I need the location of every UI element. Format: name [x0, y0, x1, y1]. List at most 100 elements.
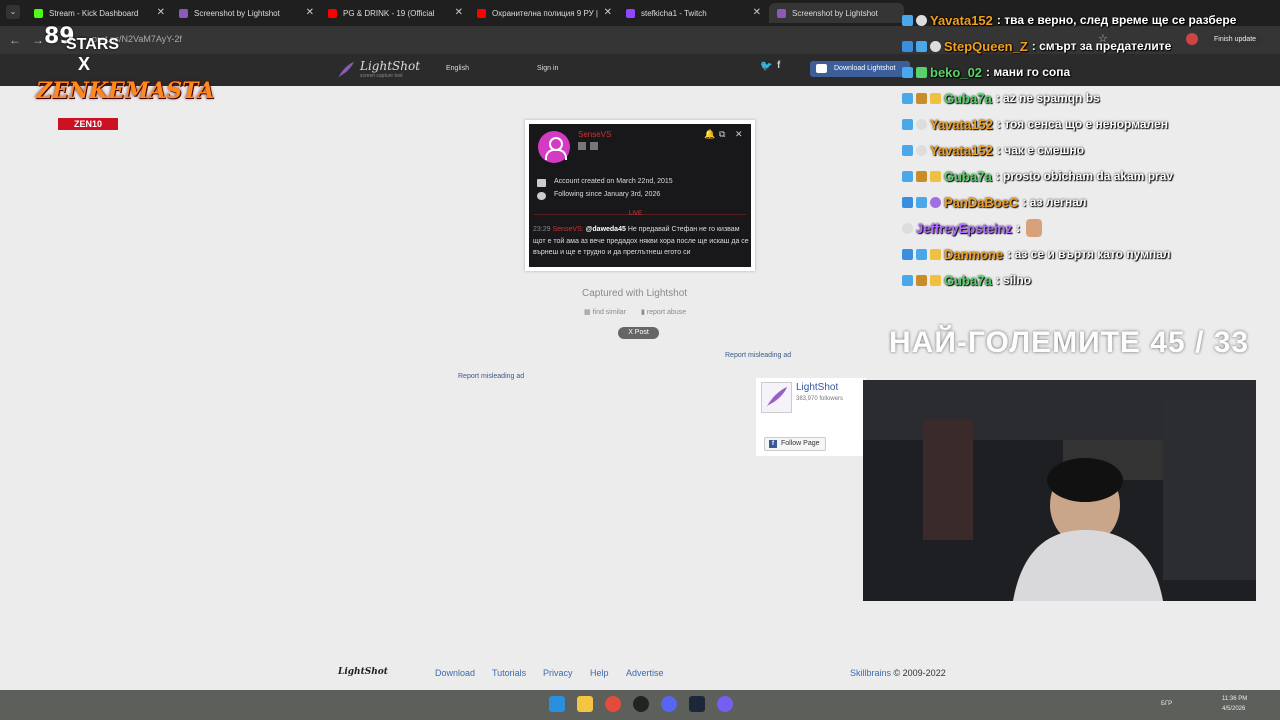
badge-icon [916, 144, 927, 156]
close-tab-icon[interactable]: ✕ [306, 7, 314, 18]
tab-search-button[interactable]: ⌄ [6, 5, 20, 19]
badge-icon [902, 274, 913, 286]
badge-icon [902, 144, 913, 156]
feather-icon [765, 386, 788, 409]
footer-link-download[interactable]: Download [435, 668, 475, 678]
tab-youtube-pg-drink[interactable]: PG & DRINK - 19 (Official 4K Vi✕ [320, 3, 469, 23]
footer-link-tutorials[interactable]: Tutorials [492, 668, 526, 678]
badge-icon [902, 248, 913, 260]
facebook-page-title[interactable]: LightShot [796, 382, 838, 393]
badge-icon [916, 66, 927, 78]
footer-link-advertise[interactable]: Advertise [626, 668, 664, 678]
sign-in-link[interactable]: Sign in [537, 65, 558, 72]
footer-link-help[interactable]: Help [590, 668, 609, 678]
badge-icon [916, 14, 927, 26]
badge-icon [916, 118, 927, 130]
facebook-page-widget: LightShot 383,970 followers f Follow Page [756, 378, 866, 456]
tab-kick-dashboard[interactable]: Stream - Kick Dashboard ✕ [26, 3, 171, 23]
chat-line: JeffreyEpsteinz: [902, 218, 1043, 238]
badge-icon [902, 118, 913, 130]
steam-icon[interactable] [689, 696, 705, 712]
cake-icon [537, 179, 546, 187]
obs-icon[interactable] [633, 696, 649, 712]
chat-line: Guba7a: prosto obicham da akam prav [902, 166, 1173, 186]
windows-start-icon[interactable] [549, 696, 565, 712]
badge-icon [916, 274, 927, 286]
badge-icon [930, 274, 941, 286]
viber-icon[interactable] [717, 696, 733, 712]
language-indicator[interactable]: БГР [1161, 701, 1172, 707]
clock-time[interactable]: 11:36 PM [1222, 696, 1247, 702]
badge-icon [916, 196, 927, 208]
follow-page-button[interactable]: f Follow Page [764, 437, 826, 451]
badge-icon [916, 170, 927, 182]
lightshot-logo[interactable]: LightShot screen capture tool [336, 58, 426, 82]
screenshot-image[interactable]: SenseVS 🔔 ⧉ ✕ Account created on March 2… [525, 120, 755, 271]
kick-icon [34, 8, 43, 18]
file-explorer-icon[interactable] [577, 696, 593, 712]
badge-icon [930, 40, 941, 52]
footer-logo[interactable]: LightShot [338, 667, 388, 677]
chat-line: beko_02: мани го сопа [902, 62, 1070, 82]
tab-lightshot-1[interactable]: Screenshot by Lightshot ✕ [171, 3, 320, 23]
discord-icon[interactable] [661, 696, 677, 712]
badge-icon [902, 196, 913, 208]
facebook-icon[interactable]: f [777, 60, 780, 71]
close-tab-icon[interactable]: ✕ [157, 7, 165, 18]
badge-icon [590, 142, 598, 150]
lightshot-icon [179, 8, 188, 18]
profile-avatar[interactable] [1186, 33, 1198, 45]
chat-line: Yavata152: тоя сенса що е ненормален [902, 114, 1168, 134]
badge-icon [930, 196, 941, 208]
report-misleading-ad-link[interactable]: Report misleading ad [458, 373, 524, 380]
challenge-counter: НАЙ-ГОЛЕМИТЕ 45 / 33 [889, 326, 1250, 359]
tab-twitch[interactable]: stefkicha1 - Twitch ✕ [618, 3, 767, 23]
feather-icon [338, 62, 354, 78]
tab-youtube-police[interactable]: Охранителна полиция 9 РУ | Г ✕ [469, 3, 618, 23]
language-select[interactable]: English [446, 65, 469, 72]
footer-link-privacy[interactable]: Privacy [543, 668, 573, 678]
close-tab-icon[interactable]: ✕ [753, 7, 761, 18]
chat-line: PanDaBoeC: аз легнал [902, 192, 1087, 212]
youtube-icon [328, 8, 337, 18]
chat-message: 23:29 SenseVS: @daweda45 Не предавай Сте… [533, 226, 749, 256]
badge-icon [902, 14, 913, 26]
close-tab-icon[interactable]: ✕ [604, 7, 612, 18]
twitch-icon [626, 8, 635, 18]
tab-lightshot-active[interactable]: Screenshot by Lightshot [769, 3, 904, 23]
finish-update-button[interactable]: Finish update [1208, 33, 1263, 47]
download-icon [816, 64, 827, 73]
close-icon: ✕ [735, 129, 743, 139]
badge-icon [930, 92, 941, 104]
badge-icon [902, 66, 913, 78]
report-abuse-link[interactable]: ▮ report abuse [641, 308, 686, 316]
report-misleading-ad-link[interactable]: Report misleading ad [725, 352, 791, 359]
user-badges [578, 142, 602, 152]
heart-icon [537, 192, 546, 200]
lightshot-icon [777, 8, 786, 18]
find-similar-link[interactable]: ▦ find similar [584, 308, 626, 316]
twitch-user-card: SenseVS 🔔 ⧉ ✕ Account created on March 2… [529, 124, 751, 267]
follower-count: 383,970 followers [796, 396, 844, 402]
captured-with-lightshot: Captured with Lightshot [582, 288, 688, 299]
lightshot-page-thumbnail[interactable] [761, 382, 792, 413]
badge-icon [902, 170, 913, 182]
twitter-icon[interactable]: 🐦 [760, 61, 772, 72]
badge-icon [930, 170, 941, 182]
stream-brand-logo: 89 STARS X ZENKEMASTA ZEN10 [36, 24, 215, 130]
back-arrow-icon[interactable]: ← [9, 33, 21, 47]
chat-line: Yavata152: тва е верно, след време ще се… [902, 10, 1236, 30]
x-post-button[interactable]: X Post [618, 327, 659, 339]
user-avatar [538, 131, 570, 163]
badge-icon [916, 40, 927, 52]
download-lightshot-button[interactable]: Download Lightshot [810, 61, 910, 77]
chat-line: Danmone: аз се и въртя като пумпал [902, 244, 1171, 264]
popout-icon: ⧉ [719, 129, 726, 139]
badge-icon [902, 92, 913, 104]
copyright: Skillbrains © 2009-2022 [850, 668, 946, 678]
close-tab-icon[interactable]: ✕ [455, 7, 463, 18]
bell-icon: 🔔 [704, 129, 716, 139]
badge-icon [916, 248, 927, 260]
chrome-icon[interactable] [605, 696, 621, 712]
badge-icon [930, 248, 941, 260]
